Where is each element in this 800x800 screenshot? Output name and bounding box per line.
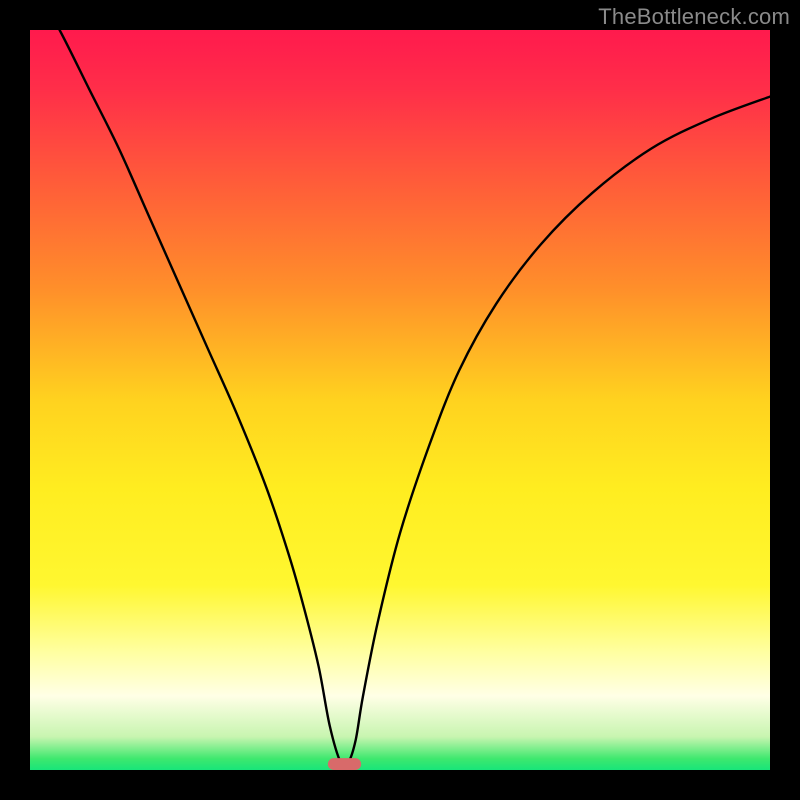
plot-background — [30, 30, 770, 770]
optimal-marker — [328, 758, 361, 770]
bottleneck-chart — [0, 0, 800, 800]
chart-frame: TheBottleneck.com — [0, 0, 800, 800]
watermark-text: TheBottleneck.com — [598, 4, 790, 30]
